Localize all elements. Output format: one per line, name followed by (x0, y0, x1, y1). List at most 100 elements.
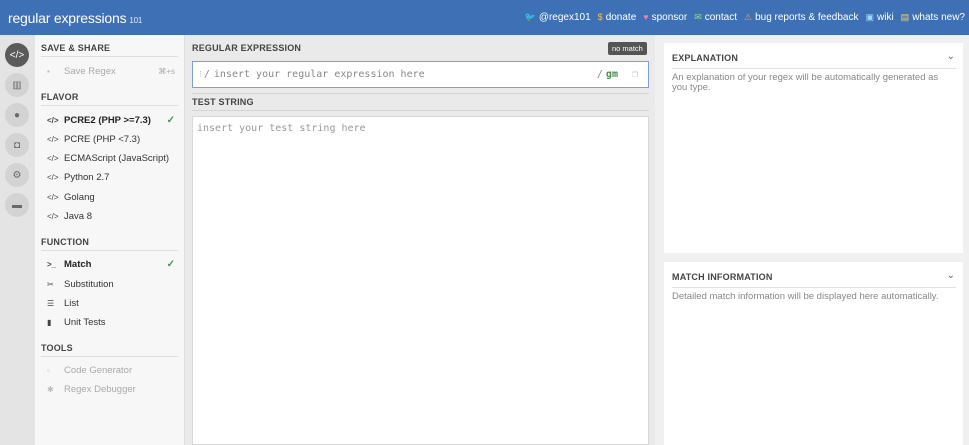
function-label: List (64, 297, 79, 309)
regex-delimiter: / (203, 69, 210, 80)
book-icon: ▤ (900, 12, 910, 22)
regex-flags-button[interactable]: / gm (597, 69, 618, 80)
match-info-panel: MATCH INFORMATION ⌄ Detailed match infor… (664, 262, 963, 445)
divider (672, 287, 956, 288)
bug-icon: ✱ (47, 384, 54, 394)
nav-twitter[interactable]: 🐦 @regex101 (525, 12, 591, 23)
function-label: Unit Tests (64, 316, 106, 328)
flask-icon: ▮ (47, 317, 52, 327)
heart-icon: ♥ (643, 12, 649, 22)
match-info-text: Detailed match information will be displ… (672, 291, 939, 302)
function-substitution[interactable]: ✂ Substitution (47, 276, 175, 292)
explanation-text: An explanation of your regex will be aut… (672, 72, 939, 94)
user-icon[interactable]: ● (5, 103, 29, 127)
save-icon: ▪ (47, 66, 50, 76)
tool-label: Regex Debugger (64, 383, 136, 395)
code-icon: </> (47, 134, 59, 144)
tools-title: TOOLS (41, 343, 73, 353)
envelope-icon: ✉ (694, 12, 702, 22)
chevron-down-icon[interactable]: ⌄ (947, 270, 955, 281)
nav-bug-reports-label: bug reports & feedback (755, 12, 859, 23)
check-icon: ✓ (166, 258, 175, 270)
match-info-title: MATCH INFORMATION (672, 272, 773, 282)
code-icon: </> (47, 211, 59, 221)
save-regex-button[interactable]: ▪ Save Regex ⌘+s (47, 63, 175, 79)
test-string-input[interactable]: insert your test string here (192, 116, 649, 445)
function-title: FUNCTION (41, 237, 90, 247)
code-icon: </> (47, 115, 59, 125)
function-match[interactable]: >_ Match ✓ (47, 256, 175, 272)
wiki-icon: ▣ (865, 12, 874, 22)
code-icon: </> (47, 192, 59, 202)
divider (41, 356, 178, 357)
top-nav: 🐦 @regex101 $ donate ♥ sponsor ✉ contact… (518, 12, 969, 23)
nav-sponsor[interactable]: ♥ sponsor (643, 12, 687, 23)
regex-label: REGULAR EXPRESSION (192, 43, 302, 53)
divider (672, 68, 956, 69)
check-icon: ✓ (166, 114, 175, 126)
nav-wiki-label: wiki (877, 12, 894, 23)
tool-regex-debugger[interactable]: ✱ Regex Debugger (47, 381, 175, 397)
library-icon[interactable]: ▥ (5, 73, 29, 97)
scissors-icon: ✂ (47, 279, 54, 289)
flavor-ecmascript[interactable]: </> ECMAScript (JavaScript) (47, 150, 175, 166)
tool-label: Code Generator (64, 364, 133, 376)
chevron-down-icon[interactable]: ⌄ (947, 51, 955, 62)
nav-wiki[interactable]: ▣ wiki (865, 12, 893, 23)
nav-contact[interactable]: ✉ contact (694, 12, 737, 23)
flavor-python[interactable]: </> Python 2.7 (47, 169, 175, 185)
tool-code-generator[interactable]: ▫ Code Generator (47, 362, 175, 378)
chat-icon[interactable]: ▬ (5, 193, 29, 217)
match-status-badge: no match (608, 42, 647, 55)
nav-donate[interactable]: $ donate (598, 12, 637, 23)
save-shortcut: ⌘+s (158, 66, 175, 76)
function-label: Match (64, 258, 92, 270)
flavor-label: PCRE (PHP <7.3) (64, 133, 141, 145)
copy-icon[interactable]: ❐ (632, 69, 638, 80)
gamepad-icon[interactable]: ◘ (5, 133, 29, 157)
dollar-icon: $ (597, 12, 603, 22)
nav-contact-label: contact (704, 12, 737, 23)
function-unit-tests[interactable]: ▮ Unit Tests (47, 314, 175, 330)
flavor-label: ECMAScript (JavaScript) (64, 152, 170, 164)
flavor-label: Golang (64, 191, 95, 203)
nav-bug-reports[interactable]: ⚠ bug reports & feedback (744, 12, 858, 23)
nav-whats-new-label: whats new? (912, 12, 965, 23)
code-icon: </> (47, 153, 59, 163)
regex-input[interactable]: ⁝ / insert your regular expression here … (192, 61, 649, 88)
divider (192, 110, 649, 111)
nav-sponsor-label: sponsor (651, 12, 688, 23)
code-icon: </> (47, 172, 59, 182)
flavor-title: FLAVOR (41, 92, 79, 102)
nav-whats-new[interactable]: ▤ whats new? (901, 12, 965, 23)
explanation-panel: EXPLANATION ⌄ An explanation of your reg… (664, 43, 963, 253)
divider (192, 93, 649, 94)
top-header: regular expressions 101 🐦 @regex101 $ don… (0, 0, 969, 35)
warning-icon: ⚠ (744, 12, 753, 22)
flavor-pcre[interactable]: </> PCRE (PHP <7.3) (47, 131, 175, 147)
nav-donate-label: donate (605, 12, 637, 23)
flavor-label: PCRE2 (PHP >=7.3) (64, 114, 151, 126)
function-list[interactable]: ☰ List (47, 295, 175, 311)
logo-text: regular expressions (8, 9, 127, 26)
function-label: Substitution (64, 278, 114, 290)
code-icon[interactable]: </> (5, 43, 29, 67)
flavor-golang[interactable]: </> Golang (47, 189, 175, 205)
explanation-title: EXPLANATION (672, 53, 739, 63)
gear-icon[interactable]: ⚙ (5, 163, 29, 187)
icon-rail: </> ▥ ● ◘ ⚙ ▬ (0, 35, 35, 445)
flavor-label: Python 2.7 (64, 171, 110, 183)
editor-area: REGULAR EXPRESSION no match ⁝ / insert y… (185, 35, 655, 445)
divider (41, 250, 178, 251)
save-regex-label: Save Regex (64, 65, 116, 77)
flavor-pcre2[interactable]: </> PCRE2 (PHP >=7.3) ✓ (47, 112, 175, 128)
logo-version: 101 (129, 15, 143, 25)
divider (41, 105, 178, 106)
test-string-label: TEST STRING (192, 97, 254, 107)
drag-handle-icon: ⁝ (199, 69, 202, 80)
flavor-java[interactable]: </> Java 8 (47, 208, 175, 224)
regex-placeholder: insert your regular expression here (213, 69, 425, 80)
site-logo[interactable]: regular expressions 101 (8, 10, 142, 26)
sidebar: SAVE & SHARE ▪ Save Regex ⌘+s FLAVOR </>… (35, 35, 185, 445)
divider (41, 56, 178, 57)
